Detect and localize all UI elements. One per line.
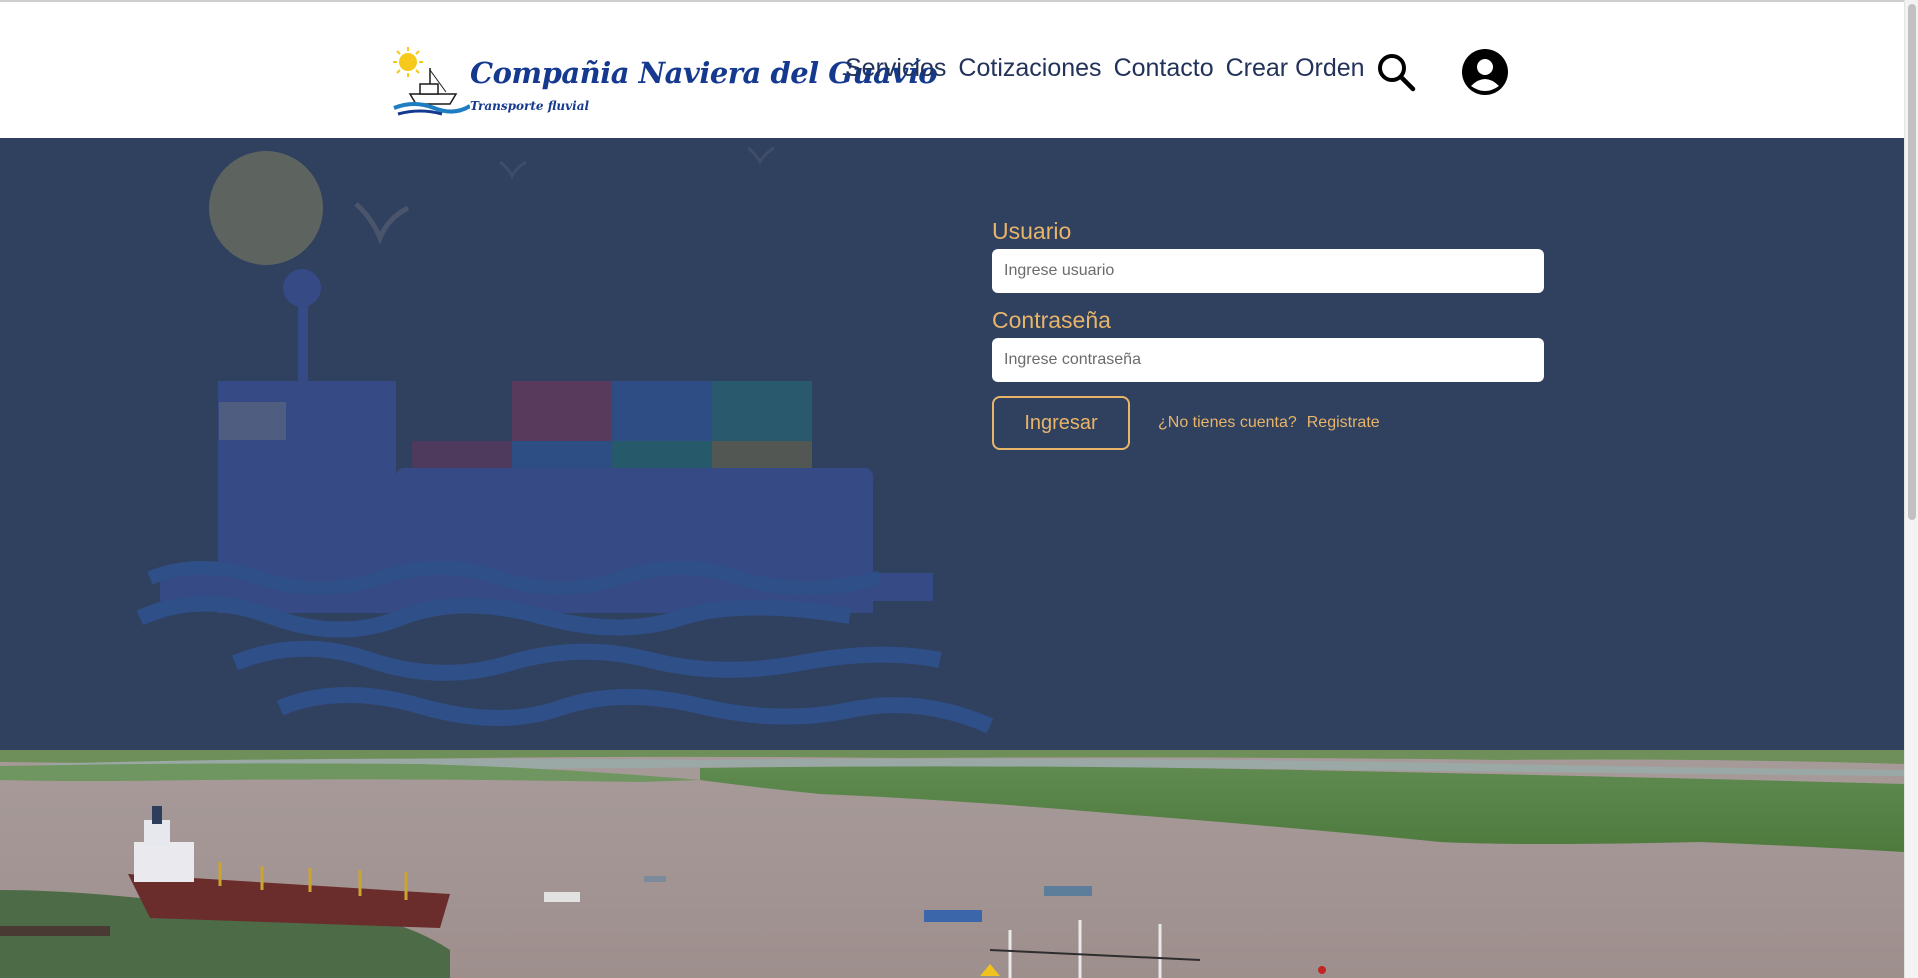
user-circle-icon bbox=[1462, 49, 1508, 95]
username-input[interactable] bbox=[992, 249, 1544, 293]
search-button[interactable] bbox=[1376, 52, 1416, 92]
nav-item-contacto[interactable]: Contacto bbox=[1114, 54, 1214, 83]
page-scrollbar[interactable] bbox=[1904, 0, 1918, 978]
login-actions: Ingresar ¿No tienes cuenta? Registrate bbox=[992, 396, 1544, 450]
cargo-ship-illustration bbox=[136, 146, 994, 734]
password-input[interactable] bbox=[992, 338, 1544, 382]
password-group: Contraseña bbox=[992, 307, 1544, 382]
river-port-photo-image bbox=[0, 750, 1904, 978]
nav-item-cotizaciones[interactable]: Cotizaciones bbox=[958, 54, 1101, 83]
nav-item-crear-orden[interactable]: Crear Orden bbox=[1226, 54, 1365, 83]
register-link[interactable]: Registrate bbox=[1307, 414, 1380, 432]
user-profile-button[interactable] bbox=[1461, 48, 1509, 96]
scrollbar-thumb[interactable] bbox=[1908, 4, 1916, 520]
login-button[interactable]: Ingresar bbox=[992, 396, 1130, 450]
logo-ship-icon bbox=[393, 47, 470, 116]
logo-tagline: Transporte fluvial bbox=[470, 99, 590, 113]
main-nav: Servicios Cotizaciones Contacto Crear Or… bbox=[845, 54, 1365, 83]
top-navigation-bar: Compañia Naviera del Guavío Transporte f… bbox=[0, 0, 1904, 138]
hero-section: Usuario Contraseña Ingresar ¿No tienes c… bbox=[0, 138, 1904, 750]
search-icon bbox=[1378, 54, 1416, 92]
company-logo[interactable]: Compañia Naviera del Guavío Transporte f… bbox=[390, 46, 938, 118]
username-group: Usuario bbox=[992, 218, 1544, 293]
nav-item-servicios[interactable]: Servicios bbox=[845, 54, 946, 83]
login-form: Usuario Contraseña Ingresar ¿No tienes c… bbox=[992, 218, 1544, 450]
password-label: Contraseña bbox=[992, 307, 1111, 333]
username-label: Usuario bbox=[992, 218, 1072, 244]
no-account-text: ¿No tienes cuenta? bbox=[1158, 414, 1297, 431]
river-port-aerial-photo bbox=[0, 750, 1904, 978]
